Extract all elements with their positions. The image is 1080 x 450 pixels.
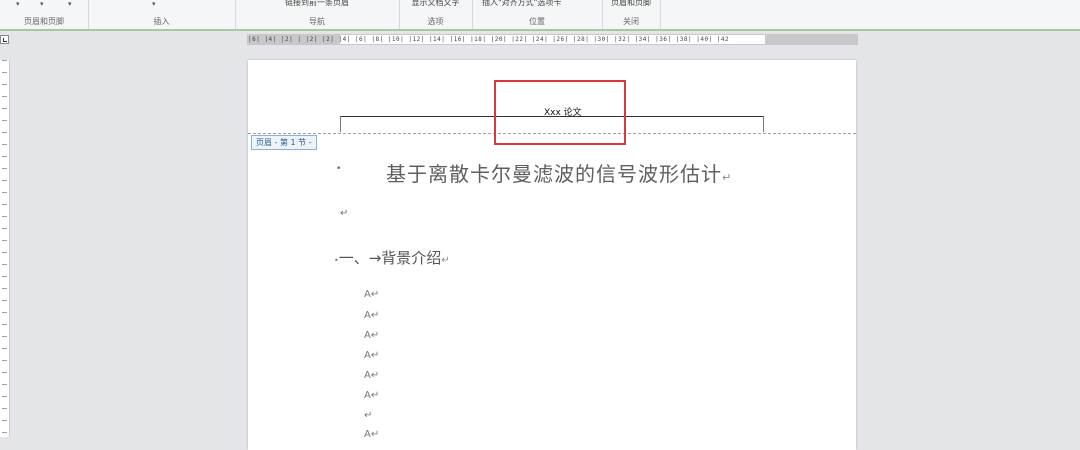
section-heading[interactable]: •一、→背景介绍↵: [334, 247, 450, 268]
body-line[interactable]: A↵: [364, 350, 379, 361]
body-line[interactable]: A↵: [364, 289, 379, 300]
ribbon-group-insert: ▾ 插入: [88, 0, 236, 29]
paragraph-mark: ↵: [340, 208, 349, 219]
show-document-text-checkbox[interactable]: 显示文档文字: [399, 0, 472, 8]
close-header-footer-button[interactable]: 页眉和页脚: [602, 0, 660, 8]
body-line[interactable]: ↵: [364, 410, 372, 421]
paragraph-mark: ↵: [722, 171, 733, 184]
ribbon: ▾ ▾ ▾ 页眉和页脚 ▾ 插入 链接到前一条页眉 导航 显示文档文字 选项 插…: [0, 0, 1080, 31]
link-to-previous-button[interactable]: 链接到前一条页眉: [285, 0, 399, 8]
ribbon-group-close: 页眉和页脚 关闭: [602, 0, 661, 29]
ribbon-group-header-footer: ▾ ▾ ▾ 页眉和页脚: [0, 0, 89, 29]
ruler-ticks: [2, 60, 7, 437]
tab-selector-button[interactable]: [0, 35, 9, 44]
ribbon-group-label: 选项: [427, 17, 444, 26]
document-title[interactable]: 基于离散卡尔曼滤波的信号波形估计↵: [386, 158, 732, 187]
chevron-down-icon[interactable]: ▾: [40, 0, 44, 8]
paragraph-mark: ↵: [441, 255, 450, 266]
chevron-down-icon[interactable]: ▾: [152, 0, 156, 8]
body-line[interactable]: A↵: [364, 370, 379, 381]
chevron-down-icon[interactable]: ▾: [16, 0, 20, 8]
ribbon-group-options: 显示文档文字 选项: [399, 0, 473, 29]
ribbon-group-label: 导航: [309, 17, 325, 26]
body-line[interactable]: A↵: [364, 310, 379, 321]
margin-corner-mark: [763, 116, 764, 132]
ruler-tick-labels: |6| |4| |2| | |2| |2| |4| |6| |8| |10| |…: [248, 36, 730, 43]
vertical-ruler[interactable]: [0, 60, 10, 437]
highlight-box: [494, 80, 626, 145]
horizontal-ruler[interactable]: |6| |4| |2| | |2| |2| |4| |6| |8| |10| |…: [247, 34, 858, 45]
ribbon-group-label: 页眉和页脚: [24, 17, 64, 26]
body-line[interactable]: A↵: [364, 390, 379, 401]
margin-corner-mark: [340, 116, 341, 132]
insert-alignment-tab-button[interactable]: 插入"对齐方式"选项卡: [482, 0, 602, 8]
ribbon-group-navigation: 链接到前一条页眉 导航: [235, 0, 400, 29]
body-line[interactable]: A↵: [364, 330, 379, 341]
document-title-text: 基于离散卡尔曼滤波的信号波形估计: [386, 162, 722, 186]
body-line[interactable]: A↵: [364, 429, 379, 440]
header-section-tag: 页眉 - 第 1 节 -: [251, 135, 317, 150]
ribbon-group-label: 插入: [153, 17, 170, 26]
ribbon-group-label: 位置: [529, 17, 545, 26]
chevron-down-icon[interactable]: ▾: [68, 0, 72, 8]
ribbon-group-position: 插入"对齐方式"选项卡 位置: [472, 0, 603, 29]
ribbon-group-label: 关闭: [623, 17, 639, 26]
document-page[interactable]: Xxx 论文 页眉 - 第 1 节 - • 基于离散卡尔曼滤波的信号波形估计↵ …: [248, 60, 856, 450]
paragraph-bullet-mark: •: [336, 164, 342, 174]
section-heading-text: 一、→背景介绍: [338, 249, 442, 267]
